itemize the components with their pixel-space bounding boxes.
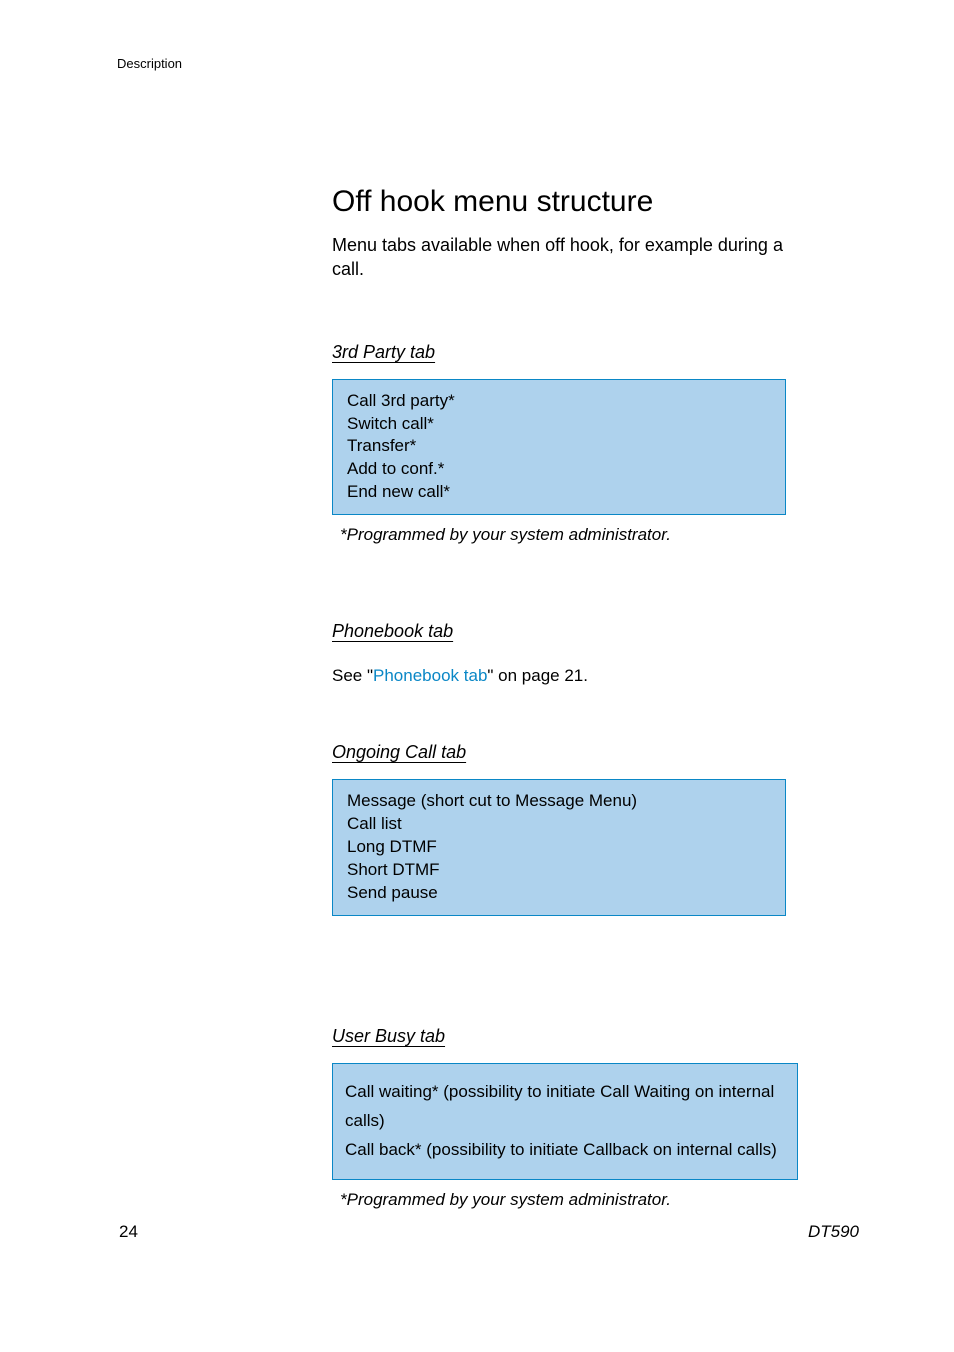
list-item: Call back* (possibility to initiate Call… — [345, 1136, 785, 1165]
user-busy-menu-box: Call waiting* (possibility to initiate C… — [332, 1063, 798, 1180]
user-busy-section: User Busy tab Call waiting* (possibility… — [332, 1026, 796, 1210]
list-item: Transfer* — [347, 435, 771, 458]
ongoing-call-heading: Ongoing Call tab — [332, 742, 466, 763]
third-party-footnote: *Programmed by your system administrator… — [340, 525, 796, 545]
footer-page-number: 24 — [119, 1222, 138, 1242]
list-item: Message (short cut to Message Menu) — [347, 790, 771, 813]
list-item: Call 3rd party* — [347, 390, 771, 413]
list-item: Send pause — [347, 882, 771, 905]
list-item: Long DTMF — [347, 836, 771, 859]
list-item: Switch call* — [347, 413, 771, 436]
phonebook-heading: Phonebook tab — [332, 621, 453, 642]
user-busy-heading: User Busy tab — [332, 1026, 445, 1047]
third-party-menu-box: Call 3rd party* Switch call* Transfer* A… — [332, 379, 786, 516]
list-item: Add to conf.* — [347, 458, 771, 481]
page: Description Off hook menu structure Menu… — [0, 0, 954, 1352]
list-item: Call waiting* (possibility to initiate C… — [345, 1078, 785, 1136]
ongoing-call-menu-box: Message (short cut to Message Menu) Call… — [332, 779, 786, 916]
third-party-heading: 3rd Party tab — [332, 342, 435, 363]
content-column: Off hook menu structure Menu tabs availa… — [332, 185, 796, 1210]
phonebook-ref-post: " on page 21. — [487, 666, 588, 685]
phonebook-section: Phonebook tab See "Phonebook tab" on pag… — [332, 621, 796, 686]
list-item: End new call* — [347, 481, 771, 504]
third-party-section: 3rd Party tab Call 3rd party* Switch cal… — [332, 342, 796, 546]
ongoing-call-section: Ongoing Call tab Message (short cut to M… — [332, 742, 796, 916]
footer-model-label: DT590 — [808, 1222, 859, 1242]
header-section-label: Description — [117, 56, 182, 71]
list-item: Short DTMF — [347, 859, 771, 882]
user-busy-footnote: *Programmed by your system administrator… — [340, 1190, 796, 1210]
page-title: Off hook menu structure — [332, 185, 796, 219]
phonebook-ref-pre: See " — [332, 666, 373, 685]
phonebook-ref-link[interactable]: Phonebook tab — [373, 666, 487, 685]
phonebook-reference: See "Phonebook tab" on page 21. — [332, 666, 796, 686]
list-item: Call list — [347, 813, 771, 836]
intro-paragraph: Menu tabs available when off hook, for e… — [332, 233, 796, 282]
